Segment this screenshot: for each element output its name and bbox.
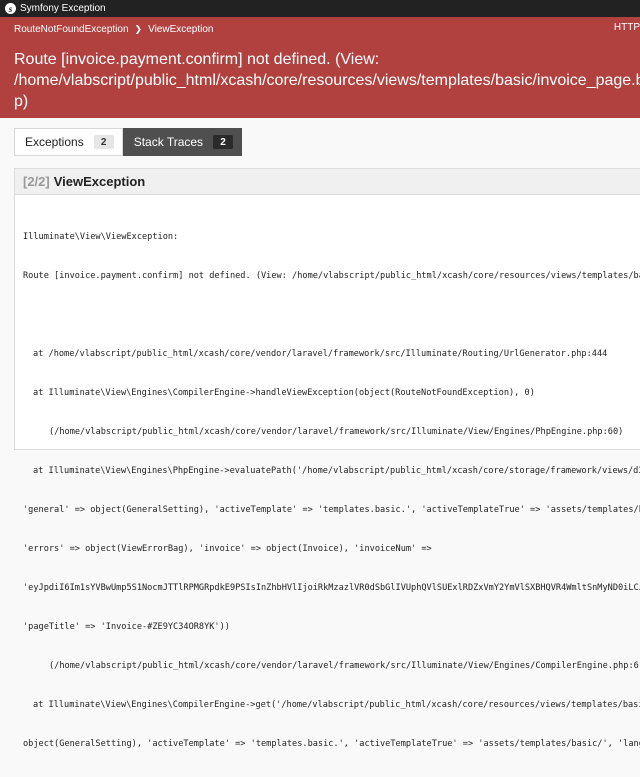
- trace-line: at /home/vlabscript/public_html/xcash/co…: [33, 349, 608, 359]
- panel-header: [2/2] ViewException: [15, 169, 640, 195]
- trace-line: 'eyJpdiI6Im1sYVBwUmp5S1NocmJTTlRPMGRpdkE…: [23, 583, 640, 593]
- stack-trace-panel: [2/2] ViewException Illuminate\View\View…: [14, 168, 640, 749]
- http-label: HTTP: [613, 22, 640, 33]
- exception-message: Route [invoice.payment.confirm] not defi…: [14, 49, 640, 112]
- trace-line: Route [invoice.payment.confirm] not defi…: [23, 271, 640, 281]
- trace-line: object(GeneralSetting), 'activeTemplate'…: [23, 739, 640, 749]
- stack-trace-text: Illuminate\View\ViewException: Route [in…: [23, 205, 640, 777]
- breadcrumb-item-view-exception[interactable]: ViewException: [148, 24, 213, 35]
- exception-class: ViewException: [53, 174, 146, 189]
- trace-line: (/home/vlabscript/public_html/xcash/core…: [49, 427, 624, 437]
- breadcrumb-item-route-not-found[interactable]: RouteNotFoundException: [14, 24, 129, 35]
- trace-line: (/home/vlabscript/public_html/xcash/core…: [49, 661, 640, 671]
- count-badge: 2: [93, 135, 114, 149]
- exception-index: [2/2]: [23, 174, 50, 189]
- trace-line: 'pageTitle' => 'Invoice-#ZE9YC34OR8YK')): [23, 622, 230, 632]
- trace-line: 'errors' => object(ViewErrorBag), 'invoi…: [23, 544, 432, 554]
- tab-label: Exceptions: [25, 135, 84, 149]
- symfony-logo-icon: s: [5, 3, 16, 14]
- window-title: Symfony Exception: [20, 3, 106, 14]
- chevron-right-icon: ❯: [134, 23, 143, 34]
- trace-line: at Illuminate\View\Engines\CompilerEngin…: [33, 388, 535, 398]
- trace-line: [23, 309, 640, 322]
- trace-line: at Illuminate\View\Engines\CompilerEngin…: [33, 700, 640, 710]
- tab-label: Stack Traces: [133, 135, 204, 149]
- exception-header: RouteNotFoundException ❯ ViewException H…: [0, 17, 640, 118]
- window-title-bar: s Symfony Exception: [0, 0, 640, 17]
- trace-line: Illuminate\View\ViewException:: [23, 232, 179, 242]
- exception-message-line: Route [invoice.payment.confirm] not defi…: [14, 51, 380, 68]
- exception-message-line: p): [14, 93, 29, 110]
- tab-exceptions[interactable]: Exceptions 2: [14, 128, 123, 156]
- count-badge: 2: [213, 135, 234, 149]
- trace-line: at Illuminate\View\Engines\PhpEngine->ev…: [33, 466, 640, 476]
- breadcrumb: RouteNotFoundException ❯ ViewException: [14, 22, 214, 36]
- trace-line: 'general' => object(GeneralSetting), 'ac…: [23, 505, 640, 515]
- exception-message-line: /home/vlabscript/public_html/xcash/core/…: [14, 72, 640, 89]
- view-tabs: Exceptions 2 Stack Traces 2: [14, 128, 243, 156]
- tab-stack-traces[interactable]: Stack Traces 2: [122, 128, 243, 156]
